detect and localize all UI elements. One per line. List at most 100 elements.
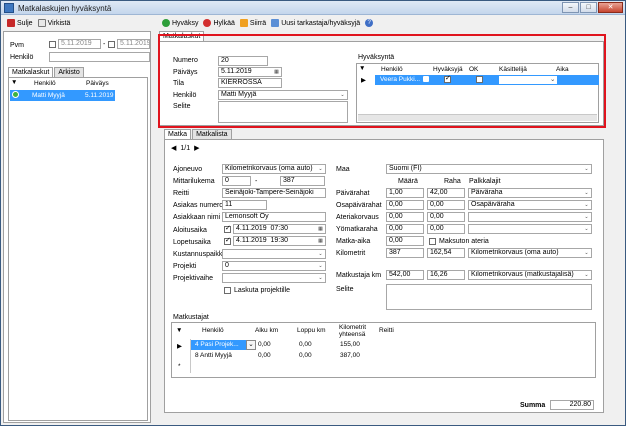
customer-number-field[interactable]: 11 (222, 200, 267, 210)
customer-name-label: Asiakkaan nimi (173, 214, 221, 221)
meal-allowance-money[interactable]: 0,00 (427, 212, 465, 222)
tab-trip-list[interactable]: Matkalista (192, 129, 232, 139)
chevron-down-icon[interactable]: ⌄ (246, 340, 256, 350)
table-row[interactable]: 4 Pasi Projek... ⌄ 0,00 0,00 155,00 (190, 340, 425, 350)
date-from-checkbox[interactable] (49, 41, 56, 48)
vehicle-dropdown[interactable]: Kilometrikorvaus (oma auto) ⌄ (222, 164, 326, 174)
calendar-icon[interactable]: ▦ (317, 238, 324, 244)
title-bar: Matkalaskujen hyväksyntä – □ ✕ (1, 1, 625, 15)
column-header-route[interactable]: Reitti (379, 327, 394, 334)
cell-date: 5.11.2019 (85, 92, 114, 99)
pager: ◀ 1/1 ▶ (171, 144, 200, 153)
passengers-filter-icon[interactable]: ▼ (176, 327, 182, 334)
daily-allowance-amount[interactable]: 1,00 (386, 188, 424, 198)
move-button[interactable]: Siirrä (239, 19, 266, 27)
project-phase-dropdown[interactable]: ⌄ (222, 273, 326, 283)
cell-total-km: 387,00 (340, 352, 360, 359)
daily-allowance-money[interactable]: 42,00 (427, 188, 465, 198)
start-time-checkbox[interactable] (224, 224, 231, 233)
night-allowance-amount[interactable]: 0,00 (386, 224, 424, 234)
customer-number-label: Asiakas numero (173, 202, 224, 209)
approve-button[interactable]: Hyväksy (162, 19, 198, 27)
free-meal-checkbox[interactable] (429, 238, 436, 245)
passenger-km-wage-dropdown[interactable]: Kilometrikorvaus (matkustajalisä) ⌄ (468, 270, 592, 280)
date-to-field[interactable]: 5.11.2019 (117, 39, 150, 49)
close-red-x-icon (7, 19, 15, 27)
travel-time-field[interactable]: 0,00 (386, 236, 424, 246)
project-dropdown[interactable]: 0 ⌄ (222, 261, 326, 271)
odometer-start-field[interactable]: 0 (222, 176, 251, 186)
project-label: Projekti (173, 263, 197, 270)
tab-archive[interactable]: Arkisto (54, 67, 84, 77)
amount-column-header: Määrä (398, 178, 418, 185)
new-reviewer-button[interactable]: Uusi tarkastaja/hyväksyjä (271, 19, 360, 27)
column-header-end-km[interactable]: Loppu km (297, 327, 326, 334)
tab-travel-claims[interactable]: Matkalaskut (8, 67, 54, 77)
kilometers-label: Kilometrit (336, 250, 366, 257)
close-button[interactable]: Sulje (7, 19, 33, 27)
column-header-total-km[interactable]: Kilometrit yhteensä (339, 324, 377, 338)
column-header-person[interactable]: Henkilö (34, 80, 56, 87)
date-to-checkbox[interactable] (108, 41, 115, 48)
end-datetime-field[interactable]: 4.11.2019 19:30 ▦ (233, 236, 326, 246)
start-time-label: Aloitusaika (173, 227, 207, 234)
person-filter-label: Henkilö (10, 54, 34, 61)
passenger-km-amount[interactable]: 542,00 (386, 270, 424, 280)
night-allowance-wage-dropdown[interactable]: ⌄ (468, 224, 592, 234)
odometer-end-field[interactable]: 387 (280, 176, 325, 186)
night-allowance-money[interactable]: 0,00 (427, 224, 465, 234)
pager-first-icon[interactable]: ◀ (171, 144, 176, 152)
cell-passenger: 8 Antti Myyjä (195, 352, 232, 359)
daily-allowance-label: Päivärahat (336, 190, 370, 197)
note-textarea[interactable] (386, 284, 592, 310)
reject-button[interactable]: Hylkää (203, 19, 235, 27)
end-time-label: Lopetusaika (173, 239, 211, 246)
partial-allowance-amount[interactable]: 0,00 (386, 200, 424, 210)
partial-allowance-money[interactable]: 0,00 (427, 200, 465, 210)
cell-total-km: 155,00 (340, 341, 360, 348)
filter-icon[interactable]: ▼ (11, 79, 17, 86)
table-row[interactable]: Matti Myyjä 5.11.2019 (10, 90, 115, 101)
help-button[interactable]: ? (365, 19, 375, 27)
end-time-checkbox[interactable] (224, 236, 231, 245)
kilometers-money[interactable]: 162,54 (427, 248, 465, 258)
maximize-button[interactable]: □ (580, 2, 597, 13)
tab-trip[interactable]: Matka (164, 129, 192, 139)
app-icon (4, 3, 14, 13)
close-window-button[interactable]: ✕ (598, 2, 623, 13)
person-filter-input[interactable] (49, 52, 150, 62)
pager-next-icon[interactable]: ▶ (194, 144, 199, 152)
cell-start-km: 0,00 (258, 341, 271, 348)
chevron-down-icon: ⌄ (584, 272, 589, 278)
route-field[interactable]: Seinäjoki-Tampere-Seinäjoki (222, 188, 326, 198)
column-header-start-km[interactable]: Alku km (255, 327, 278, 334)
night-allowance-label: Yömatkaraha (336, 226, 378, 233)
partial-allowance-wage-dropdown[interactable]: Osapäiväraha ⌄ (468, 200, 592, 210)
odometer-separator: - (255, 178, 258, 185)
refresh-button[interactable]: Virkistä (37, 19, 70, 27)
approve-check-icon (162, 19, 170, 27)
chevron-down-icon: ⌄ (584, 166, 589, 172)
route-label: Reitti (173, 190, 189, 197)
kilometers-amount[interactable]: 387 (386, 248, 424, 258)
column-header-date[interactable]: Päiväys (86, 80, 109, 87)
daily-allowance-wage-dropdown[interactable]: Päiväraha ⌄ (468, 188, 592, 198)
calendar-icon[interactable]: ▦ (317, 226, 324, 232)
start-datetime-field[interactable]: 4.11.2019 07:30 ▦ (233, 224, 326, 234)
date-from-field[interactable]: 5.11.2019 (58, 39, 101, 49)
passenger-km-money[interactable]: 16,26 (427, 270, 465, 280)
meal-allowance-amount[interactable]: 0,00 (386, 212, 424, 222)
sum-label: Summa (520, 402, 546, 409)
kilometers-wage-dropdown[interactable]: Kilometrikorvaus (oma auto) ⌄ (468, 248, 592, 258)
bill-project-checkbox[interactable] (224, 287, 231, 294)
cost-center-dropdown[interactable]: ⌄ (222, 249, 326, 259)
minimize-button[interactable]: – (562, 2, 579, 13)
country-dropdown[interactable]: Suomi (FI) ⌄ (386, 164, 592, 174)
meal-allowance-label: Ateriakorvaus (336, 214, 379, 221)
customer-name-field[interactable]: Lemonsoft Oy (222, 212, 326, 222)
table-row[interactable]: 8 Antti Myyjä 0,00 0,00 387,00 (190, 351, 425, 361)
free-meal-label: Maksuton ateria (439, 238, 489, 245)
user-add-icon (271, 19, 280, 27)
column-header-passenger[interactable]: Henkilö (202, 327, 224, 334)
meal-allowance-wage-dropdown[interactable]: ⌄ (468, 212, 592, 222)
